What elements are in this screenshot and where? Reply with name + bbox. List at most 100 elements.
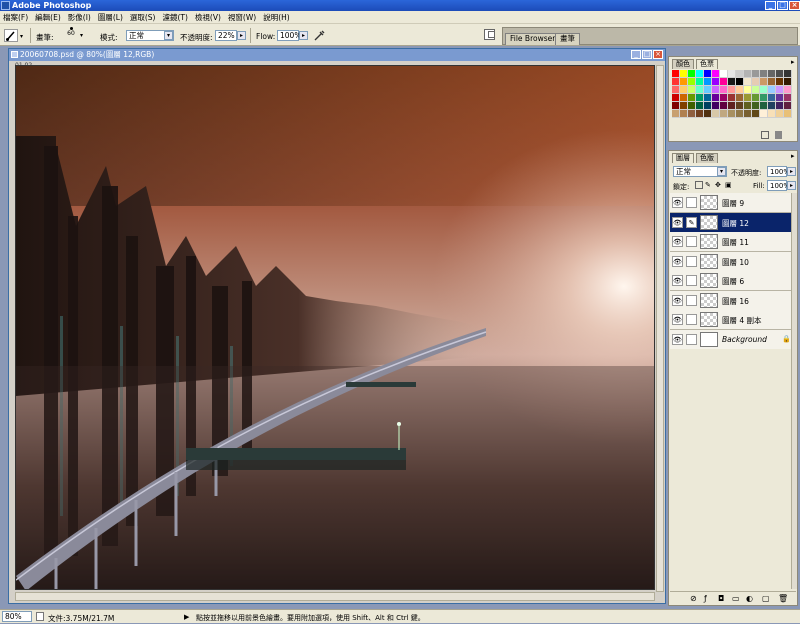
color-swatch[interactable] [680, 102, 688, 110]
color-swatch[interactable] [712, 70, 720, 78]
doc-minimize-button[interactable]: _ [631, 50, 641, 59]
color-swatch[interactable] [728, 110, 736, 118]
panel-menu-icon[interactable]: ▸ [791, 152, 795, 160]
mode-select[interactable]: 正常 ▾ [126, 30, 174, 41]
link-icon[interactable] [686, 255, 697, 267]
color-swatch[interactable] [672, 78, 680, 86]
color-swatch[interactable] [688, 86, 696, 94]
link-layers-icon[interactable]: ⊘ [690, 594, 697, 603]
menu-view[interactable]: 檢視(V) [195, 12, 221, 23]
menu-window[interactable]: 視窗(W) [228, 12, 256, 23]
color-swatch[interactable] [784, 102, 792, 110]
color-swatch[interactable] [776, 78, 784, 86]
tab-brushes[interactable]: 畫筆 [555, 33, 580, 45]
color-swatch[interactable] [720, 110, 728, 118]
lock-transparency-icon[interactable] [695, 181, 703, 189]
toggle-palettes-button[interactable] [484, 29, 495, 40]
fill-slider-button[interactable]: ▸ [787, 181, 796, 190]
tab-file-browser[interactable]: File Browser [505, 33, 561, 45]
color-swatch[interactable] [720, 70, 728, 78]
menu-select[interactable]: 選取(S) [130, 12, 156, 23]
layer-row[interactable]: 👁 圖層 9 [670, 193, 791, 213]
color-swatch[interactable] [704, 94, 712, 102]
horizontal-scrollbar[interactable] [15, 592, 655, 601]
mask-icon[interactable]: ◘ [718, 594, 724, 603]
new-swatch-icon[interactable] [761, 131, 769, 139]
vertical-scrollbar[interactable] [656, 65, 664, 592]
color-swatch[interactable] [696, 110, 704, 118]
color-swatch[interactable] [672, 70, 680, 78]
menu-help[interactable]: 說明(H) [263, 12, 290, 23]
color-swatch[interactable] [744, 110, 752, 118]
link-icon[interactable] [686, 236, 697, 247]
color-swatch[interactable] [768, 102, 776, 110]
lock-all-icon[interactable]: ▣ [725, 181, 733, 189]
color-swatch[interactable] [744, 70, 752, 78]
color-swatch[interactable] [728, 78, 736, 86]
color-swatch[interactable] [688, 110, 696, 118]
color-swatch[interactable] [736, 94, 744, 102]
color-swatch[interactable] [736, 70, 744, 78]
eye-icon[interactable]: 👁 [672, 255, 683, 267]
color-swatch[interactable] [688, 78, 696, 86]
color-swatch[interactable] [760, 70, 768, 78]
color-swatch[interactable] [752, 86, 760, 94]
color-swatch[interactable] [680, 70, 688, 78]
panel-menu-icon[interactable]: ▸ [791, 58, 795, 66]
opacity-slider-button[interactable]: ▸ [237, 31, 246, 40]
menu-layer[interactable]: 圖層(L) [98, 12, 123, 23]
eye-icon[interactable]: 👁 [672, 275, 683, 286]
color-swatch[interactable] [752, 78, 760, 86]
color-swatch[interactable] [712, 110, 720, 118]
color-swatch[interactable] [784, 70, 792, 78]
new-set-icon[interactable]: ▭ [732, 594, 740, 603]
link-icon[interactable] [686, 294, 697, 306]
color-swatch[interactable] [752, 70, 760, 78]
flow-input[interactable]: 100% [277, 30, 301, 41]
color-swatch[interactable] [728, 102, 736, 110]
link-icon[interactable] [686, 333, 697, 345]
menu-filter[interactable]: 濾鏡(T) [163, 12, 188, 23]
layer-row[interactable]: 👁 圖層 4 副本 [670, 310, 791, 330]
color-swatch[interactable] [776, 70, 784, 78]
menu-edit[interactable]: 編輯(E) [35, 12, 61, 23]
color-swatch[interactable] [696, 102, 704, 110]
minimize-button[interactable]: _ [765, 1, 776, 10]
brush-icon[interactable]: ✎ [686, 216, 697, 228]
color-swatch[interactable] [720, 94, 728, 102]
color-swatch[interactable] [736, 110, 744, 118]
flow-slider-button[interactable]: ▸ [299, 31, 308, 40]
adjustment-layer-icon[interactable]: ◐ [746, 594, 753, 603]
trash-icon[interactable]: 🗑 [778, 594, 788, 603]
eye-icon[interactable]: 👁 [672, 294, 683, 306]
eye-icon[interactable]: 👁 [672, 197, 683, 208]
color-swatch[interactable] [768, 70, 776, 78]
color-swatch[interactable] [696, 86, 704, 94]
color-swatch[interactable] [736, 102, 744, 110]
tab-layers[interactable]: 圖層 [672, 153, 694, 163]
chevron-down-icon[interactable]: ▾ [20, 33, 26, 40]
color-swatch[interactable] [704, 102, 712, 110]
color-swatch[interactable] [680, 86, 688, 94]
zoom-input[interactable]: 80% [2, 611, 32, 622]
new-layer-icon[interactable]: ▢ [762, 594, 770, 603]
lock-paint-icon[interactable]: ✎ [705, 181, 713, 189]
color-swatch[interactable] [688, 94, 696, 102]
color-swatch[interactable] [728, 86, 736, 94]
image-canvas[interactable] [15, 65, 655, 590]
menu-file[interactable]: 檔案(F) [3, 12, 28, 23]
color-swatch[interactable] [776, 102, 784, 110]
layer-row[interactable]: 👁 圖層 10 [670, 251, 791, 272]
color-swatch[interactable] [720, 102, 728, 110]
tab-channels[interactable]: 色版 [696, 153, 718, 163]
color-swatch[interactable] [720, 78, 728, 86]
layer-row[interactable]: 👁 ✎ 圖層 12 [670, 212, 791, 233]
layer-opacity-input[interactable]: 100% [767, 166, 790, 177]
tab-color[interactable]: 顏色 [672, 59, 694, 69]
opacity-input[interactable]: 22% [215, 30, 237, 41]
trash-icon[interactable] [775, 131, 782, 139]
color-swatch[interactable] [720, 86, 728, 94]
eye-icon[interactable]: 👁 [672, 314, 683, 325]
layer-style-icon[interactable]: ƒ [704, 594, 707, 603]
color-swatch[interactable] [776, 94, 784, 102]
